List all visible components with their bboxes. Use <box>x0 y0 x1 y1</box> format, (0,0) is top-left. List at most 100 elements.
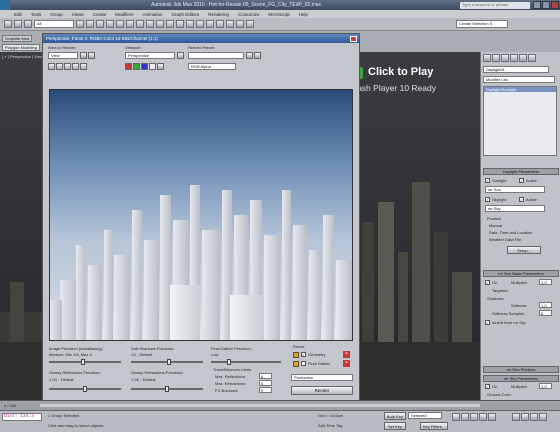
render-window-titlebar[interactable]: Perspective, frame 0, RGBA Color 16 Bits… <box>43 34 359 43</box>
stack-item[interactable]: Daylight/Sunlight <box>484 87 556 92</box>
maximize-viewport-icon[interactable] <box>539 413 547 421</box>
menu-modifiers[interactable]: Modifiers <box>115 12 133 17</box>
edit-region-icon[interactable] <box>80 52 87 59</box>
lock-viewport-icon[interactable] <box>177 52 184 59</box>
position-weather-radio[interactable]: Weather Data File <box>489 237 521 242</box>
sky-on-checkbox[interactable]: ✓ <box>485 384 490 389</box>
image-precision-slider[interactable] <box>81 359 85 365</box>
rectangle-selection-icon[interactable] <box>96 20 104 28</box>
print-image-icon[interactable] <box>72 63 79 70</box>
menu-tools[interactable]: Tools <box>31 12 42 17</box>
alpha-channel-icon[interactable] <box>149 63 156 70</box>
rotate-icon[interactable] <box>116 20 124 28</box>
daylight-parameters-rollout[interactable]: Daylight Parameters <box>483 168 559 175</box>
maxscript-listener[interactable]: Dist: 134.3 <box>2 413 42 421</box>
menu-rendering[interactable]: Rendering <box>208 12 229 17</box>
select-object-icon[interactable] <box>76 20 84 28</box>
motion-tab-icon[interactable] <box>510 54 518 62</box>
schematic-view-icon[interactable] <box>206 20 214 28</box>
skylight-checkbox[interactable]: ✓ <box>485 197 490 202</box>
menu-customize[interactable]: Customize <box>238 12 259 17</box>
app-logo-icon[interactable] <box>0 0 10 10</box>
tab-polygon-modeling[interactable]: Polygon Modeling <box>2 44 40 51</box>
mirror-icon[interactable] <box>166 20 174 28</box>
sky-multiplier-spinner[interactable]: 1.0 <box>539 383 552 389</box>
auto-key-button[interactable]: Auto Key <box>384 412 406 420</box>
glossy-reflections-slider[interactable] <box>83 386 87 392</box>
render-window-close-button[interactable] <box>350 35 357 42</box>
add-time-tag[interactable]: Add Time Tag <box>318 423 342 428</box>
selection-filter-dropdown[interactable]: All <box>34 20 74 28</box>
material-editor-icon[interactable] <box>216 20 224 28</box>
next-frame-icon[interactable] <box>479 413 487 421</box>
snap-icon[interactable] <box>136 20 144 28</box>
scale-icon[interactable] <box>126 20 134 28</box>
position-manual-radio[interactable]: Manual <box>489 223 502 228</box>
menu-group[interactable]: Group <box>50 12 63 17</box>
environment-effects-button[interactable] <box>254 52 261 59</box>
clone-frame-icon[interactable] <box>64 63 71 70</box>
area-to-render-dropdown[interactable]: View <box>48 52 78 59</box>
object-name-field[interactable]: Daylight01 <box>483 66 549 73</box>
modifier-stack[interactable]: Daylight/Sunlight <box>483 86 557 156</box>
glossy-refractions-slider[interactable] <box>165 386 169 392</box>
position-date-radio[interactable]: Date, Time and Location <box>489 230 532 235</box>
clear-geometry-cache-icon[interactable]: × <box>343 351 350 358</box>
menu-edit[interactable]: Edit <box>14 12 22 17</box>
play-animation-icon[interactable] <box>470 413 478 421</box>
clear-image-icon[interactable] <box>80 63 87 70</box>
softness-samples-spinner[interactable]: 8 <box>539 310 552 316</box>
mr-sun-photons-rollout[interactable]: mr Sun Photons <box>483 366 559 373</box>
redo-icon[interactable] <box>14 20 22 28</box>
max-reflections-spinner[interactable]: 6 <box>259 373 272 379</box>
copy-image-icon[interactable] <box>56 63 63 70</box>
auto-region-icon[interactable] <box>88 52 95 59</box>
flash-overlay[interactable]: Click to Play Flash Player 10 Ready <box>350 64 466 98</box>
setup-button[interactable]: Setup... <box>507 246 541 254</box>
monochrome-icon[interactable] <box>157 63 164 70</box>
menu-create[interactable]: Create <box>93 12 107 17</box>
move-icon[interactable] <box>106 20 114 28</box>
align-icon[interactable] <box>176 20 184 28</box>
soft-shadows-slider[interactable] <box>167 359 171 365</box>
percent-snap-icon[interactable] <box>156 20 164 28</box>
curve-editor-icon[interactable] <box>196 20 204 28</box>
tab-graphite-modeling[interactable]: Graphite Mod <box>2 35 33 42</box>
create-tab-icon[interactable] <box>483 54 491 62</box>
mr-sky-parameters-rollout[interactable]: mr Sky Parameters <box>483 375 559 382</box>
timeline[interactable]: 0 / 100 <box>0 400 560 410</box>
modify-tab-icon[interactable] <box>492 54 500 62</box>
previous-frame-icon[interactable] <box>461 413 469 421</box>
sun-multiplier-spinner[interactable]: 1.0 <box>539 279 552 285</box>
save-image-icon[interactable] <box>48 63 55 70</box>
display-tab-icon[interactable] <box>519 54 527 62</box>
geometry-lock-icon[interactable] <box>293 352 299 358</box>
final-gather-reuse-checkbox[interactable] <box>301 361 306 366</box>
green-channel-icon[interactable] <box>133 63 140 70</box>
key-mode-dropdown[interactable]: Selected <box>408 412 442 419</box>
sunlight-type-dropdown[interactable]: mr Sun <box>485 186 545 193</box>
menu-help[interactable]: Help <box>299 12 308 17</box>
key-filters-button[interactable]: Key Filters... <box>420 422 448 430</box>
sunlight-active-checkbox[interactable]: ✓ <box>519 178 524 183</box>
minimize-button[interactable] <box>533 1 541 9</box>
go-to-end-icon[interactable] <box>488 413 496 421</box>
render-production-icon[interactable] <box>246 20 254 28</box>
final-gather-slider[interactable] <box>227 359 231 365</box>
close-button[interactable] <box>551 1 559 9</box>
sunlight-checkbox[interactable]: ✓ <box>485 178 490 183</box>
final-gather-lock-icon[interactable] <box>293 361 299 367</box>
red-channel-icon[interactable] <box>125 63 132 70</box>
viewport-select-dropdown[interactable]: Perspective <box>125 52 175 59</box>
hierarchy-tab-icon[interactable] <box>501 54 509 62</box>
undo-icon[interactable] <box>4 20 12 28</box>
layer-manager-icon[interactable] <box>186 20 194 28</box>
orbit-icon[interactable] <box>530 413 538 421</box>
menu-graph-editors[interactable]: Graph Editors <box>172 12 200 17</box>
skylight-active-checkbox[interactable]: ✓ <box>519 197 524 202</box>
angle-snap-icon[interactable] <box>146 20 154 28</box>
modifier-list-dropdown[interactable]: Modifier List <box>483 76 555 83</box>
max-refractions-spinner[interactable]: 6 <box>259 380 272 386</box>
set-key-button[interactable]: Set Key <box>384 422 406 430</box>
mr-sun-basic-rollout[interactable]: mr Sun Basic Parameters <box>483 270 559 277</box>
